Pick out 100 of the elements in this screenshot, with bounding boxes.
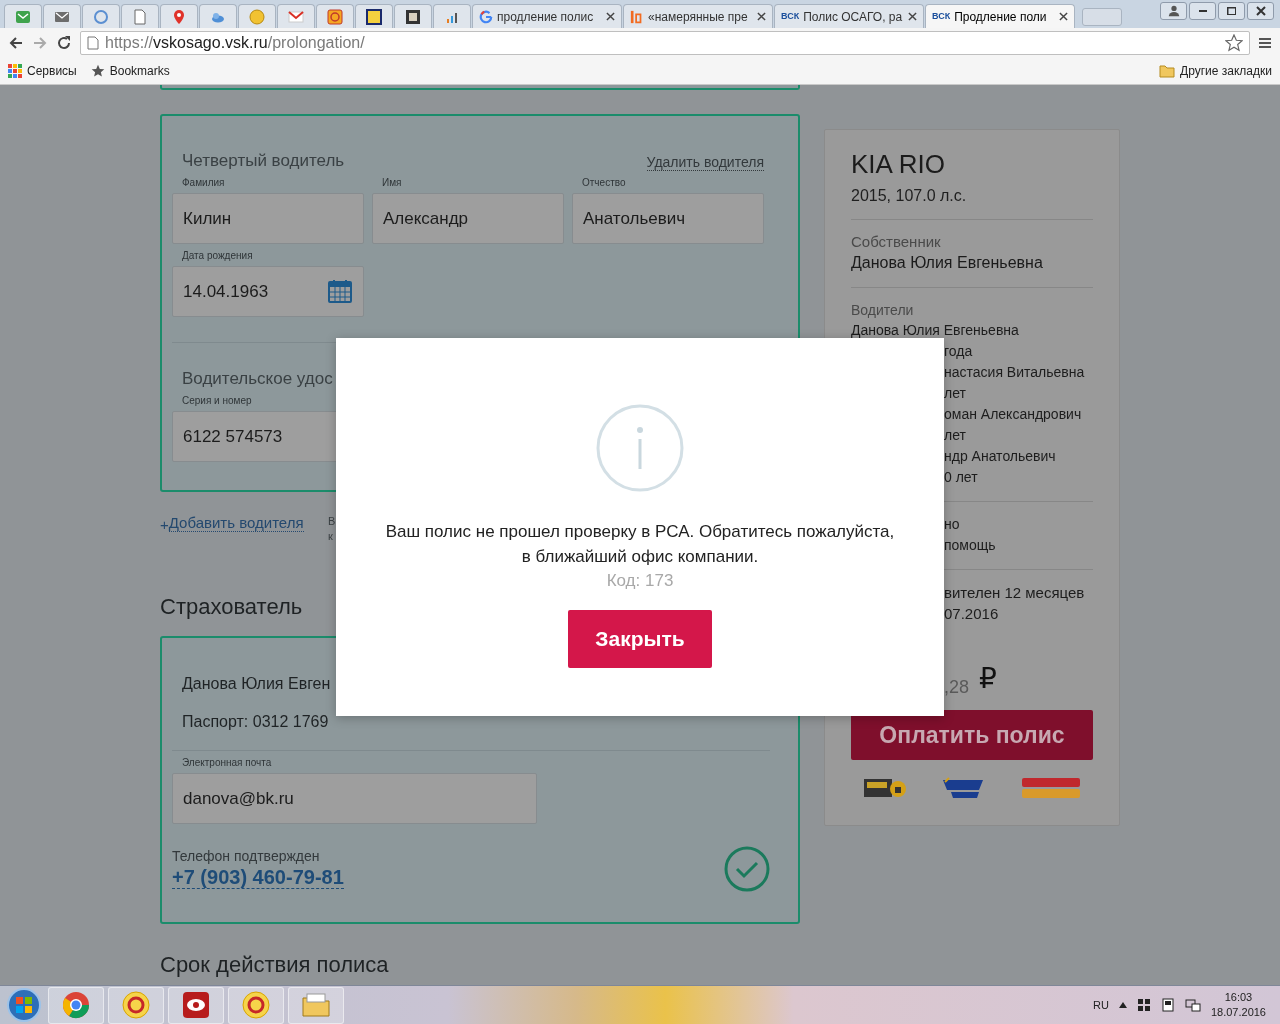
- field-label: Телефон подтвержден: [172, 847, 321, 865]
- field-label: Фамилия: [181, 177, 226, 189]
- url-text: https://vskosago.vsk.ru/prolongation/: [105, 32, 365, 53]
- menu-icon[interactable]: [1258, 35, 1272, 50]
- summary-text: вителен 12 месяцев: [943, 583, 1086, 603]
- currency-sign: ₽: [979, 662, 997, 696]
- window-button[interactable]: [1247, 2, 1274, 20]
- folder-icon: [301, 990, 331, 1020]
- section-heading: Срок действия полиса: [160, 954, 390, 976]
- bookmark-link[interactable]: Другие закладки: [1180, 61, 1272, 80]
- browser-tab[interactable]: «намерянные пре: [623, 4, 773, 28]
- bookmark-link[interactable]: Сервисы: [27, 61, 77, 80]
- driver-text: лет: [943, 426, 967, 445]
- clock-time[interactable]: 16:03: [1210, 990, 1266, 1005]
- ring-icon: [327, 8, 343, 25]
- taskbar-button[interactable]: [228, 986, 284, 1024]
- back-icon[interactable]: [8, 34, 24, 51]
- card-badge-icon: [1021, 776, 1081, 800]
- close-icon[interactable]: [757, 12, 766, 21]
- pay-button[interactable]: Оплатить полис: [851, 710, 1093, 760]
- browser-tab[interactable]: продление полис: [472, 4, 622, 28]
- input-field[interactable]: Анатольевич: [572, 193, 764, 244]
- apps-icon[interactable]: [8, 63, 22, 78]
- app-icon: [181, 990, 211, 1020]
- window-button[interactable]: [1218, 2, 1245, 20]
- driver-text: года: [943, 342, 974, 361]
- language-indicator[interactable]: RU: [1093, 996, 1109, 1014]
- summary-text: 07.2016: [943, 604, 1000, 624]
- remove-driver-link[interactable]: Удалить водителя: [646, 154, 764, 171]
- note-text: В: [328, 514, 336, 529]
- car-title: KIA RIO: [851, 148, 946, 180]
- taskbar-button[interactable]: [168, 986, 224, 1024]
- driver-text: Данова Юлия Евгеньевна: [851, 321, 1020, 340]
- calendar-icon[interactable]: [328, 279, 352, 303]
- driver-text: лет: [943, 384, 967, 403]
- maximize-icon: [1226, 6, 1237, 16]
- close-button[interactable]: Закрыть: [568, 610, 712, 668]
- note-text: к: [328, 529, 334, 544]
- field-label: Серия и номер: [181, 395, 253, 407]
- minimize-icon: [1198, 10, 1207, 12]
- ssl-badge-icon: [863, 777, 907, 799]
- app-icon: [241, 990, 271, 1020]
- bookmark-link[interactable]: Bookmarks: [109, 61, 170, 80]
- input-field[interactable]: danova@bk.ru: [172, 773, 537, 824]
- browser-icon: [61, 990, 91, 1020]
- summary-label: Собственник: [851, 232, 942, 252]
- input-field[interactable]: Александр: [372, 193, 564, 244]
- pinned-tab[interactable]: [355, 4, 393, 28]
- network-icon[interactable]: [1184, 998, 1201, 1012]
- input-field[interactable]: Килин: [172, 193, 364, 244]
- field-label: Отчество: [581, 177, 627, 189]
- start-button-icon[interactable]: [4, 987, 44, 1023]
- chevron-up-icon[interactable]: [1118, 1002, 1127, 1008]
- circle-icon: [249, 8, 265, 25]
- owner-name: Данова Юлия Евгеньевна: [851, 253, 1044, 273]
- google-icon: [479, 9, 493, 24]
- close-icon[interactable]: [606, 12, 615, 21]
- taskbar-button[interactable]: [108, 986, 164, 1024]
- summary-text: помощь: [943, 536, 997, 555]
- address-bar[interactable]: https://vskosago.vsk.ru/prolongation/: [80, 30, 1250, 55]
- star-icon[interactable]: [1225, 33, 1243, 52]
- pinned-tab[interactable]: [277, 4, 315, 28]
- field-label: Электронная почта: [181, 757, 273, 769]
- bracket-icon: [630, 9, 644, 24]
- info-icon: [596, 404, 684, 492]
- close-icon[interactable]: [1059, 12, 1068, 21]
- driver-text: 0 лет: [943, 468, 979, 487]
- logo-text: ВСК: [932, 9, 951, 23]
- summary-label: Водители: [851, 301, 915, 320]
- app-icon: [121, 990, 151, 1020]
- device-icon[interactable]: [1160, 998, 1175, 1012]
- reload-icon[interactable]: [56, 34, 72, 51]
- square-icon: [405, 8, 421, 25]
- window-button[interactable]: [1189, 2, 1216, 20]
- page-icon: [87, 35, 99, 50]
- pinned-tab[interactable]: [394, 4, 432, 28]
- date-field[interactable]: 14.04.1963: [172, 266, 364, 317]
- driver-text: настасия Витальевна: [943, 363, 1086, 382]
- circle-icon: [93, 8, 109, 25]
- field-label: Дата рождения: [181, 250, 254, 262]
- pinned-tab[interactable]: [433, 4, 471, 28]
- envelope-icon: [288, 8, 304, 25]
- user-icon: [1166, 4, 1181, 18]
- insurer-name: Данова Юлия Евген: [181, 674, 332, 694]
- car-specs: 2015, 107.0 л.с.: [851, 186, 968, 206]
- mail-icon: [15, 8, 31, 25]
- star-icon[interactable]: [90, 63, 105, 78]
- section-heading: Страхователь: [160, 594, 304, 620]
- document-icon: [132, 8, 148, 25]
- section-heading: Четвертый водитель: [181, 151, 345, 171]
- browser-tab[interactable]: ВСК Продление поли: [925, 4, 1075, 28]
- window-button[interactable]: [1160, 2, 1187, 20]
- passport-text: Паспорт: 0312 1769: [181, 712, 330, 732]
- section-heading: Водительское удос: [181, 369, 334, 389]
- clock-date[interactable]: 18.07.2016: [1210, 1005, 1266, 1020]
- driver-text: оман Александрович: [943, 405, 1083, 424]
- logo-text: ВСК: [781, 9, 800, 23]
- taskbar-button[interactable]: [48, 986, 104, 1024]
- browser-tab[interactable]: ВСК Полис ОСАГО, ра: [774, 4, 924, 28]
- close-icon[interactable]: [908, 12, 917, 21]
